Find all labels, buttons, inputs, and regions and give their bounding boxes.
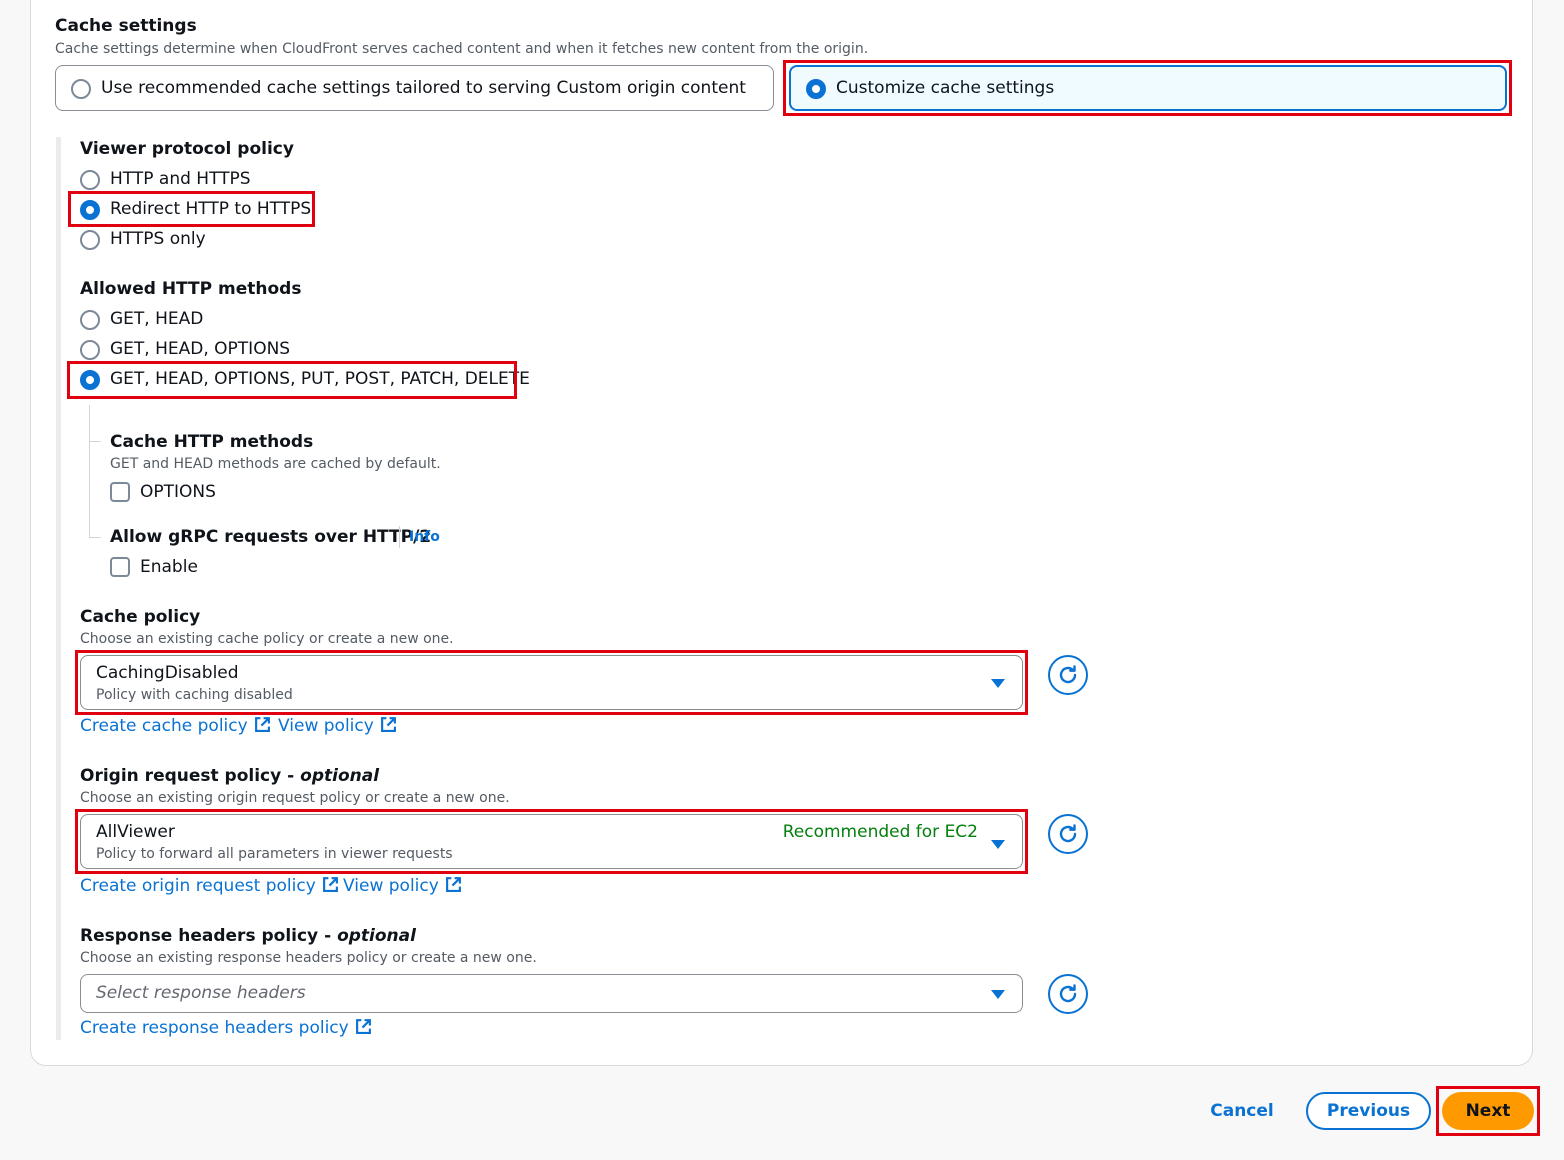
cache-options-checkbox[interactable] (110, 482, 130, 502)
grpc-enable-checkbox[interactable] (110, 557, 130, 577)
cache-settings-title: Cache settings (55, 16, 197, 36)
viewer-protocol-title: Viewer protocol policy (80, 139, 294, 159)
cache-policy-refresh-button[interactable] (1048, 655, 1088, 695)
response-headers-policy-title-text: Response headers policy (80, 926, 319, 946)
response-headers-policy-select[interactable]: Select response headers (80, 974, 1023, 1013)
recommended-cache-settings-tile[interactable]: Use recommended cache settings tailored … (55, 65, 774, 111)
create-origin-request-policy-label: Create origin request policy (80, 876, 316, 896)
highlight-all-methods (67, 361, 517, 399)
highlight-customize-cache (783, 60, 1512, 116)
origin-request-policy-optional: optional (300, 766, 380, 786)
external-link-icon (380, 717, 396, 732)
recommended-cache-settings-label: Use recommended cache settings tailored … (101, 78, 746, 98)
response-headers-policy-title-sep: - (318, 926, 338, 946)
view-cache-policy-link[interactable]: View policy (278, 716, 397, 736)
viewer-protocol-http-https-label[interactable]: HTTP and HTTPS (110, 169, 251, 189)
viewer-protocol-https-only-label[interactable]: HTTPS only (110, 229, 206, 249)
origin-request-policy-description: Choose an existing origin request policy… (80, 790, 510, 806)
refresh-icon (1059, 665, 1077, 684)
section-indent-bar (56, 137, 61, 1040)
refresh-icon (1059, 824, 1077, 843)
response-headers-policy-refresh-button[interactable] (1048, 974, 1088, 1014)
refresh-icon (1059, 984, 1077, 1003)
allowed-methods-get-head-label[interactable]: GET, HEAD (110, 309, 203, 329)
response-headers-policy-title: Response headers policy - optional (80, 926, 416, 946)
nested-tree-branch-2 (89, 537, 101, 538)
highlight-cache-policy (75, 650, 1028, 715)
info-divider (399, 526, 400, 548)
view-origin-request-policy-label: View policy (343, 876, 439, 896)
highlight-origin-request-policy (75, 809, 1028, 874)
previous-button[interactable]: Previous (1306, 1092, 1431, 1130)
view-origin-request-policy-link[interactable]: View policy (343, 876, 462, 896)
highlight-next-button (1436, 1086, 1540, 1136)
grpc-title: Allow gRPC requests over HTTP/2 (110, 527, 432, 547)
viewer-protocol-http-https-radio[interactable] (80, 170, 100, 190)
grpc-enable-label[interactable]: Enable (140, 557, 198, 577)
create-cache-policy-label: Create cache policy (80, 716, 248, 736)
chevron-down-icon (991, 990, 1005, 999)
cache-methods-title: Cache HTTP methods (110, 432, 314, 452)
cache-settings-description: Cache settings determine when CloudFront… (55, 41, 869, 57)
response-headers-policy-description: Choose an existing response headers poli… (80, 950, 537, 966)
external-link-icon (254, 717, 270, 732)
allowed-methods-get-head-options-radio[interactable] (80, 340, 100, 360)
viewer-protocol-https-only-radio[interactable] (80, 230, 100, 250)
allowed-methods-get-head-options-label[interactable]: GET, HEAD, OPTIONS (110, 339, 290, 359)
create-cache-policy-link[interactable]: Create cache policy (80, 716, 271, 736)
cache-options-label[interactable]: OPTIONS (140, 482, 216, 502)
allowed-methods-get-head-radio[interactable] (80, 310, 100, 330)
external-link-icon (322, 877, 338, 892)
cancel-button[interactable]: Cancel (1200, 1092, 1284, 1130)
origin-request-policy-refresh-button[interactable] (1048, 814, 1088, 854)
cache-policy-description: Choose an existing cache policy or creat… (80, 631, 454, 647)
highlight-redirect-https (68, 191, 315, 227)
grpc-info-link[interactable]: Info (409, 529, 440, 545)
recommended-cache-settings-radio[interactable] (71, 79, 91, 99)
view-cache-policy-label: View policy (278, 716, 374, 736)
allowed-methods-title: Allowed HTTP methods (80, 279, 302, 299)
response-headers-policy-optional: optional (337, 926, 416, 946)
create-origin-request-policy-link[interactable]: Create origin request policy (80, 876, 339, 896)
create-response-headers-policy-label: Create response headers policy (80, 1018, 349, 1038)
origin-request-policy-title: Origin request policy - optional (80, 766, 379, 786)
origin-request-policy-title-text: Origin request policy (80, 766, 282, 786)
create-response-headers-policy-link[interactable]: Create response headers policy (80, 1018, 372, 1038)
external-link-icon (355, 1019, 371, 1034)
origin-request-policy-title-sep: - (281, 766, 301, 786)
cache-policy-title: Cache policy (80, 607, 201, 627)
nested-tree-line (89, 405, 90, 538)
cache-methods-description: GET and HEAD methods are cached by defau… (110, 456, 441, 472)
response-headers-placeholder: Select response headers (96, 983, 306, 1003)
nested-tree-branch-1 (89, 441, 101, 442)
external-link-icon (445, 877, 461, 892)
